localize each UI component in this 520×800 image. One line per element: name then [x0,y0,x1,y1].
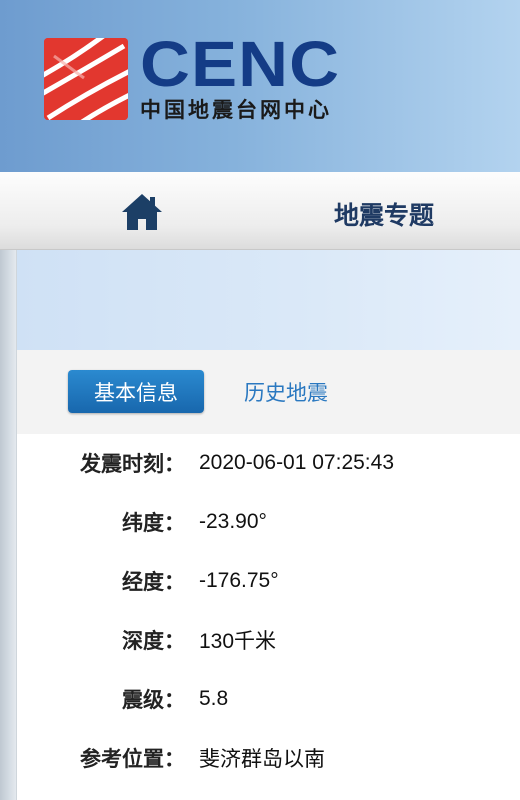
info-value: -176.75° [199,569,279,592]
info-label: 深度： [122,629,185,653]
home-icon [122,194,162,230]
tab-basic-info[interactable]: 基本信息 [68,370,204,413]
left-rail [0,250,17,800]
info-row-reference-location: 参考位置： 斐济群岛以南 [17,738,520,778]
info-value: 130千米 [199,630,277,653]
info-label: 震级： [122,688,185,712]
info-value: -23.90° [199,510,267,533]
info-value: 5.8 [199,687,229,710]
logo-subtitle: 中国地震台网中心 [140,98,332,122]
home-button[interactable] [118,190,166,234]
info-row-magnitude: 震级： 5.8 [17,679,520,719]
info-label: 参考位置： [80,747,185,771]
info-value: 2020-06-01 07:25:43 [199,451,394,474]
info-row-latitude: 纬度： -23.90° [17,502,520,542]
tab-history-earthquakes[interactable]: 历史地震 [244,370,328,413]
cenc-logo[interactable]: CENC 中国地震台网中心 [44,32,384,126]
logo-wordmark: CENC [140,28,341,100]
info-row-depth: 深度： 130千米 [17,620,520,660]
cenc-logo-mark-icon [44,38,128,120]
banner-band [17,250,520,350]
nav-title-earthquake-topic[interactable]: 地震专题 [334,196,434,232]
earthquake-info: 发震时刻： 2020-06-01 07:25:43 纬度： -23.90° 经度… [17,434,520,800]
info-label: 发震时刻： [80,452,185,476]
site-header: CENC 中国地震台网中心 [0,0,520,172]
info-row-origin-time: 发震时刻： 2020-06-01 07:25:43 [17,443,520,483]
info-row-longitude: 经度： -176.75° [17,561,520,601]
tab-bar: 基本信息 历史地震 [17,350,520,434]
nav-bar: 地震专题 [0,172,520,250]
info-value: 斐济群岛以南 [199,748,325,771]
info-label: 纬度： [122,511,185,535]
info-label: 经度： [122,570,185,594]
